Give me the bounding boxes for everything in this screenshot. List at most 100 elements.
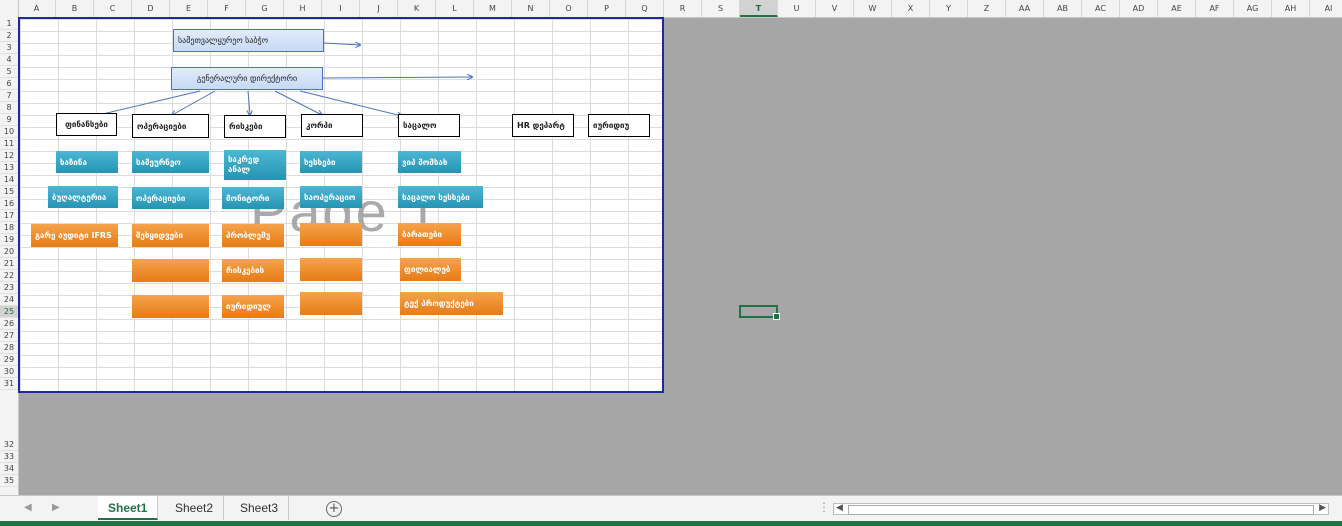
row-header-10[interactable]: 10 bbox=[0, 126, 18, 138]
row-header-15[interactable]: 15 bbox=[0, 186, 18, 198]
dept-legal[interactable]: იურიდიუ bbox=[588, 114, 650, 137]
row-header-5[interactable]: 5 bbox=[0, 66, 18, 78]
column-header-k[interactable]: K bbox=[398, 0, 436, 17]
row-header-28[interactable]: 28 bbox=[0, 342, 18, 354]
column-header-ai[interactable]: AI bbox=[1310, 0, 1342, 17]
row-header-16[interactable]: 16 bbox=[0, 198, 18, 210]
horizontal-scrollbar[interactable]: ◀ ▶ bbox=[833, 503, 1329, 515]
unit-operations-2[interactable]: ოპერაციები bbox=[132, 187, 209, 209]
row-header-29[interactable]: 29 bbox=[0, 354, 18, 366]
column-header-d[interactable]: D bbox=[132, 0, 170, 17]
row-header-12[interactable]: 12 bbox=[0, 150, 18, 162]
unit-corp-2[interactable]: საოპერაციო bbox=[300, 186, 362, 208]
column-header-u[interactable]: U bbox=[778, 0, 816, 17]
tab-scroll-right-icon[interactable]: ▶ bbox=[52, 502, 60, 513]
column-header-c[interactable]: C bbox=[94, 0, 132, 17]
dept-finance[interactable]: ფინანსები bbox=[56, 113, 117, 136]
row-header-7[interactable]: 7 bbox=[0, 90, 18, 102]
row-header-4[interactable]: 4 bbox=[0, 54, 18, 66]
column-header-af[interactable]: AF bbox=[1196, 0, 1234, 17]
tab-sheet1[interactable]: Sheet1 bbox=[98, 496, 159, 520]
column-header-m[interactable]: M bbox=[474, 0, 512, 17]
row-header-13[interactable]: 13 bbox=[0, 162, 18, 174]
tab-sheet3[interactable]: Sheet3 bbox=[230, 496, 290, 520]
row-header-33[interactable]: 33 bbox=[0, 451, 18, 463]
more-options-icon[interactable]: ⋮ bbox=[818, 500, 830, 514]
unit-risks-1[interactable]: საკრედ ანალ bbox=[224, 150, 286, 180]
column-header-r[interactable]: R bbox=[664, 0, 702, 17]
column-header-v[interactable]: V bbox=[816, 0, 854, 17]
column-header-s[interactable]: S bbox=[702, 0, 740, 17]
column-header-ad[interactable]: AD bbox=[1120, 0, 1158, 17]
unit-risks-2[interactable]: მონიტორი bbox=[222, 187, 284, 209]
column-header-x[interactable]: X bbox=[892, 0, 930, 17]
unit-finance-1[interactable]: ხაზინა bbox=[56, 151, 118, 173]
column-header-h[interactable]: H bbox=[284, 0, 322, 17]
row-header-25[interactable]: 25 bbox=[0, 306, 18, 318]
row-header-27[interactable]: 27 bbox=[0, 330, 18, 342]
unit-operations-1[interactable]: სამეურნეო bbox=[132, 151, 209, 173]
row-header-8[interactable]: 8 bbox=[0, 102, 18, 114]
row-header-24[interactable]: 24 bbox=[0, 294, 18, 306]
row-header-26[interactable]: 26 bbox=[0, 318, 18, 330]
column-header-y[interactable]: Y bbox=[930, 0, 968, 17]
unit-operations-5[interactable] bbox=[132, 295, 209, 318]
row-header-14[interactable]: 14 bbox=[0, 174, 18, 186]
column-header-q[interactable]: Q bbox=[626, 0, 664, 17]
unit-operations-3[interactable]: შესყიდვები bbox=[132, 224, 209, 247]
unit-retail-5[interactable]: ტექ პროდუქტები bbox=[400, 292, 503, 315]
unit-risks-5[interactable]: იურიდიულ bbox=[222, 295, 284, 318]
ceo-box[interactable]: გენერალური დირექტორი bbox=[171, 67, 323, 90]
row-header-19[interactable]: 19 bbox=[0, 234, 18, 246]
column-header-i[interactable]: I bbox=[322, 0, 360, 17]
row-header-17[interactable]: 17 bbox=[0, 210, 18, 222]
active-cell-selection[interactable] bbox=[739, 305, 780, 320]
row-header-9[interactable]: 9 bbox=[0, 114, 18, 126]
unit-finance-2[interactable]: ბუღალტერია bbox=[48, 186, 118, 208]
column-header-n[interactable]: N bbox=[512, 0, 550, 17]
row-header-31[interactable]: 31 bbox=[0, 378, 18, 390]
column-header-t[interactable]: T bbox=[740, 0, 778, 17]
column-header-ae[interactable]: AE bbox=[1158, 0, 1196, 17]
column-header-ah[interactable]: AH bbox=[1272, 0, 1310, 17]
dept-corp[interactable]: კორპი bbox=[301, 114, 363, 137]
dept-risks[interactable]: რისკები bbox=[224, 115, 286, 138]
column-header-z[interactable]: Z bbox=[968, 0, 1006, 17]
row-header-21[interactable]: 21 bbox=[0, 258, 18, 270]
row-header-23[interactable]: 23 bbox=[0, 282, 18, 294]
scroll-left-icon[interactable]: ◀ bbox=[836, 503, 843, 513]
column-header-b[interactable]: B bbox=[56, 0, 94, 17]
column-header-ab[interactable]: AB bbox=[1044, 0, 1082, 17]
scroll-right-icon[interactable]: ▶ bbox=[1319, 503, 1326, 513]
unit-retail-2[interactable]: საცალო სესხები bbox=[398, 186, 483, 208]
dept-retail[interactable]: საცალო bbox=[398, 114, 460, 137]
row-header-1[interactable]: 1 bbox=[0, 18, 18, 30]
row-header-6[interactable]: 6 bbox=[0, 78, 18, 90]
unit-risks-3[interactable]: პრობლემუ bbox=[222, 224, 284, 247]
row-header-34[interactable]: 34 bbox=[0, 463, 18, 475]
select-all-corner[interactable] bbox=[0, 0, 19, 17]
column-header-g[interactable]: G bbox=[246, 0, 284, 17]
unit-finance-3[interactable]: გარე აუდიტი IFRS bbox=[31, 224, 118, 247]
row-header-11[interactable]: 11 bbox=[0, 138, 18, 150]
unit-retail-4[interactable]: ფილიალებ bbox=[400, 258, 461, 281]
unit-operations-4[interactable] bbox=[132, 259, 209, 282]
column-header-a[interactable]: A bbox=[18, 0, 56, 17]
column-header-f[interactable]: F bbox=[208, 0, 246, 17]
row-header-22[interactable]: 22 bbox=[0, 270, 18, 282]
row-header-35[interactable]: 35 bbox=[0, 475, 18, 487]
unit-retail-3[interactable]: ბარათები bbox=[398, 223, 461, 246]
unit-retail-1[interactable]: ვიპ მომსახ bbox=[398, 151, 461, 173]
column-header-l[interactable]: L bbox=[436, 0, 474, 17]
tab-scroll-left-icon[interactable]: ◀ bbox=[24, 502, 32, 513]
column-header-w[interactable]: W bbox=[854, 0, 892, 17]
column-header-o[interactable]: O bbox=[550, 0, 588, 17]
dept-hr[interactable]: HR დეპარტ bbox=[512, 114, 574, 137]
column-header-ac[interactable]: AC bbox=[1082, 0, 1120, 17]
unit-corp-1[interactable]: სესხები bbox=[300, 151, 362, 173]
unit-risks-4[interactable]: რისკების bbox=[222, 259, 284, 282]
column-header-p[interactable]: P bbox=[588, 0, 626, 17]
row-header-32[interactable]: 32 bbox=[0, 439, 18, 451]
row-header-18[interactable]: 18 bbox=[0, 222, 18, 234]
add-sheet-icon[interactable]: + bbox=[326, 501, 342, 517]
